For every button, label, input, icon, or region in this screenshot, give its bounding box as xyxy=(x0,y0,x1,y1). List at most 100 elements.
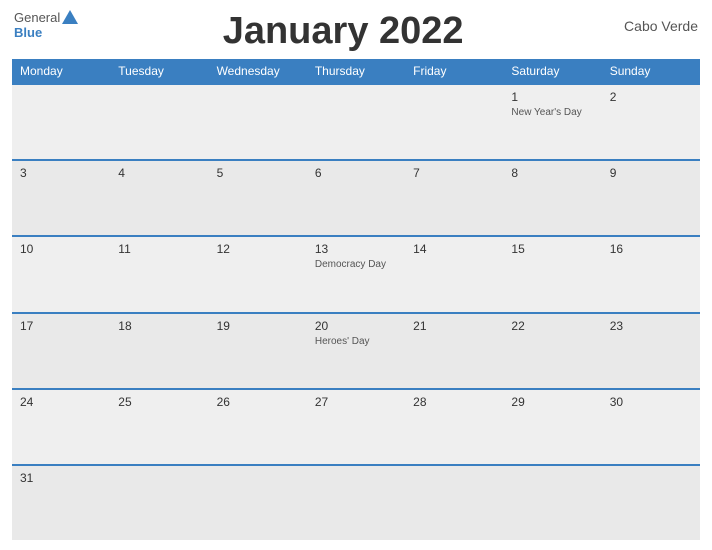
day-cell: 5 xyxy=(209,161,307,235)
day-cell: 18 xyxy=(110,314,208,388)
day-number: 19 xyxy=(217,319,299,333)
day-cell: 20 Heroes' Day xyxy=(307,314,405,388)
holiday-name: Democracy Day xyxy=(315,258,397,271)
day-number: 12 xyxy=(217,242,299,256)
day-number: 25 xyxy=(118,395,200,409)
day-number: 6 xyxy=(315,166,397,180)
day-cell xyxy=(209,466,307,540)
day-number: 27 xyxy=(315,395,397,409)
day-number: 4 xyxy=(118,166,200,180)
day-cell: 29 xyxy=(503,390,601,464)
day-cell: 22 xyxy=(503,314,601,388)
day-number: 29 xyxy=(511,395,593,409)
day-cell: 25 xyxy=(110,390,208,464)
day-cell: 7 xyxy=(405,161,503,235)
day-cell xyxy=(307,466,405,540)
day-cell: 4 xyxy=(110,161,208,235)
month-title: January 2022 xyxy=(78,10,608,53)
logo-triangle-icon xyxy=(62,10,78,24)
day-number: 28 xyxy=(413,395,495,409)
country-label: Cabo Verde xyxy=(608,10,698,34)
day-cell: 11 xyxy=(110,237,208,311)
day-cell xyxy=(307,85,405,159)
day-cell: 13 Democracy Day xyxy=(307,237,405,311)
day-cell: 31 xyxy=(12,466,110,540)
day-header-wednesday: Wednesday xyxy=(209,59,307,83)
calendar-grid: MondayTuesdayWednesdayThursdayFridaySatu… xyxy=(12,59,700,540)
day-cell: 14 xyxy=(405,237,503,311)
day-cell: 21 xyxy=(405,314,503,388)
day-number: 1 xyxy=(511,90,593,104)
day-header-tuesday: Tuesday xyxy=(110,59,208,83)
day-number: 5 xyxy=(217,166,299,180)
day-cell: 15 xyxy=(503,237,601,311)
week-row: 3 4 5 6 7 8 9 xyxy=(12,159,700,235)
day-number: 24 xyxy=(20,395,102,409)
day-cell: 12 xyxy=(209,237,307,311)
calendar-container: General Blue January 2022 Cabo Verde Mon… xyxy=(0,0,712,550)
weeks: 1New Year's Day2345678910111213Democracy… xyxy=(12,83,700,540)
day-number: 10 xyxy=(20,242,102,256)
holiday-name: Heroes' Day xyxy=(315,335,397,348)
day-cell xyxy=(110,85,208,159)
day-cell xyxy=(405,85,503,159)
day-cell: 16 xyxy=(602,237,700,311)
day-number: 9 xyxy=(610,166,692,180)
day-number: 18 xyxy=(118,319,200,333)
day-number: 2 xyxy=(610,90,692,104)
day-number: 7 xyxy=(413,166,495,180)
day-cell: 27 xyxy=(307,390,405,464)
day-cell: 26 xyxy=(209,390,307,464)
day-cell xyxy=(503,466,601,540)
day-cell: 10 xyxy=(12,237,110,311)
week-row: 17 18 19 20 Heroes' Day 21 22 23 xyxy=(12,312,700,388)
day-number: 16 xyxy=(610,242,692,256)
day-number: 17 xyxy=(20,319,102,333)
day-number: 26 xyxy=(217,395,299,409)
day-cell: 23 xyxy=(602,314,700,388)
day-cell: 17 xyxy=(12,314,110,388)
day-number: 13 xyxy=(315,242,397,256)
logo-general: General xyxy=(14,10,60,25)
day-cell xyxy=(405,466,503,540)
day-number: 14 xyxy=(413,242,495,256)
day-cell xyxy=(12,85,110,159)
day-cell: 9 xyxy=(602,161,700,235)
day-cell: 30 xyxy=(602,390,700,464)
day-header-saturday: Saturday xyxy=(503,59,601,83)
day-number: 11 xyxy=(118,242,200,256)
day-number: 23 xyxy=(610,319,692,333)
day-cell xyxy=(602,466,700,540)
day-cell: 8 xyxy=(503,161,601,235)
week-row: 10 11 12 13 Democracy Day 14 15 16 xyxy=(12,235,700,311)
day-cell: 19 xyxy=(209,314,307,388)
day-cell: 3 xyxy=(12,161,110,235)
day-cell xyxy=(209,85,307,159)
day-number: 30 xyxy=(610,395,692,409)
day-cell: 2 xyxy=(602,85,700,159)
header: General Blue January 2022 Cabo Verde xyxy=(12,10,700,53)
day-header-sunday: Sunday xyxy=(602,59,700,83)
day-headers: MondayTuesdayWednesdayThursdayFridaySatu… xyxy=(12,59,700,83)
day-number: 31 xyxy=(20,471,102,485)
day-number: 22 xyxy=(511,319,593,333)
logo: General Blue xyxy=(14,10,78,40)
week-row: 1 New Year's Day 2 xyxy=(12,83,700,159)
day-header-friday: Friday xyxy=(405,59,503,83)
day-number: 21 xyxy=(413,319,495,333)
day-number: 3 xyxy=(20,166,102,180)
day-cell: 6 xyxy=(307,161,405,235)
day-cell: 24 xyxy=(12,390,110,464)
day-cell: 1 New Year's Day xyxy=(503,85,601,159)
day-cell xyxy=(110,466,208,540)
day-number: 15 xyxy=(511,242,593,256)
day-header-monday: Monday xyxy=(12,59,110,83)
day-number: 20 xyxy=(315,319,397,333)
holiday-name: New Year's Day xyxy=(511,106,593,119)
week-row: 24 25 26 27 28 29 30 xyxy=(12,388,700,464)
week-row: 31 xyxy=(12,464,700,540)
day-cell: 28 xyxy=(405,390,503,464)
day-number: 8 xyxy=(511,166,593,180)
day-header-thursday: Thursday xyxy=(307,59,405,83)
logo-blue: Blue xyxy=(14,25,42,40)
